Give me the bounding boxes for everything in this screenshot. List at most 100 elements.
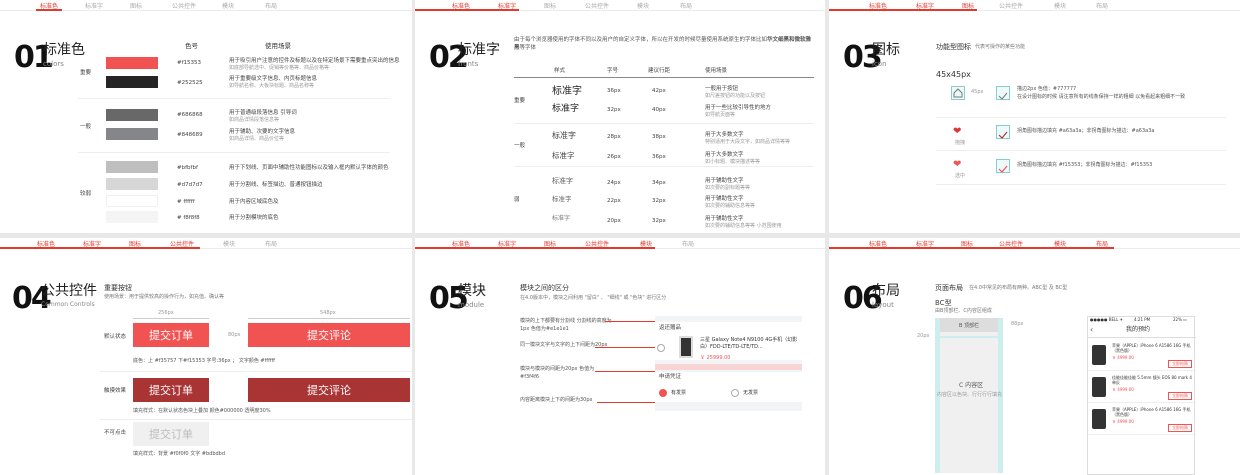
icon-fill-note-2: 拐角图标描边填充 #f15353；非拐角图标为描边：#f15353 [1017,162,1153,168]
pointer-line-1 [605,321,655,322]
swatch-dark [106,109,158,121]
group-important: 重要 [80,70,92,76]
radio-selected[interactable] [659,389,667,397]
font-use-4: 用于辅助性文字 [705,178,744,184]
font-sample-0: 标准字 [552,86,582,97]
use-5: 用于分割线、标签描边、普通按钮描边 [229,182,323,188]
use-3: 用于辅助、次要的文字信息 [229,129,296,135]
nav-icons[interactable]: 图标 [544,1,556,10]
nav-module[interactable]: 模块 [637,1,649,10]
font-sample-2: 标准字 [552,131,576,140]
nav-fonts[interactable]: 标准字 [85,1,103,10]
submit-review-button[interactable]: 提交评论 [248,323,410,347]
section-title: 模块 [458,283,486,299]
nav-bar: 标准色 标准字 图标 公共控件 模块 布局 [0,0,412,11]
module-note-3: 模块与模块的间距为20px 色值为#f3f4f6 [520,366,595,380]
option-invoice[interactable]: 有发票 [671,390,686,397]
controls-heading: 重要按钮 [104,284,132,292]
disabled-note: 填充样式：背景 #f0f0f0 文字 #bdbdbd [133,451,226,457]
font-lh-4: 34px [652,180,666,186]
submit-review-button-pressed[interactable]: 提交评论 [248,378,410,402]
code-1: #252525 [177,80,203,86]
font-lh-0: 42px [652,88,666,94]
option-no-invoice[interactable]: 无发票 [743,390,758,397]
font-use-6: 用于辅助性文字 [705,216,744,222]
bc-note: 由B顶部栏、C内容区组成 [935,308,992,314]
swatch-black [106,76,158,88]
radio-unselected-2[interactable] [731,389,739,397]
swatch-l3 [106,195,158,207]
phone-mockup: ●●●●● BELL ✈ 4:21 PM 22% ▭ ‹ 我的预约 苹果（APP… [1087,316,1196,475]
panel-controls: 标准色 标准字 图标 公共控件 模块 布局 04 公共控件 Common Con… [0,238,412,475]
module-note-4: 内容距离模块上下的间距为30px [520,397,593,403]
heart-label-1: 拖拽 [955,140,966,146]
font-lh-6: 32px [652,218,666,224]
heart-icon: ❤ [953,126,962,137]
phone-item[interactable]: 佳能佳能佳能 5.5mm 镜头 EOS 80 mark 4 单反 ￥ 4999.0… [1088,373,1196,403]
nav-bar: 标准色 标准字 图标 公共控件 模块 布局 [415,238,825,249]
gift-block: 返还赠品 三星 Galaxy Note4 N9100 4G手机（幻影白）FDD-… [655,322,802,361]
nav-module[interactable]: 模块 [1054,1,1066,10]
section-title: 标准字 [458,42,500,58]
item-price: ￥ 4999.00 [1112,419,1134,424]
buy-now-button[interactable]: 立即抢购 [1168,424,1192,432]
phone-item[interactable]: 苹果（APPLE）iPhone 6 A1586 16G 手机（黑色版） ￥ 499… [1088,341,1196,371]
group-normal: 一般 [80,124,92,130]
icon-size: 45x45px [936,70,971,79]
nav-layout[interactable]: 布局 [1096,1,1108,10]
buy-now-button[interactable]: 立即抢购 [1168,392,1192,400]
phone-page-title: 我的预约 [1126,326,1151,333]
nav-module[interactable]: 模块 [223,239,235,248]
back-icon[interactable]: ‹ [1090,325,1093,335]
col-use: 使用场景 [265,42,291,50]
phone-item[interactable]: 苹果（APPLE）iPhone 6 A1586 16G 手机（黑色版） ￥ 499… [1088,405,1196,435]
hint-1: 如导航名称、大板块标题、商品名称等 [229,83,315,89]
submit-order-button-pressed[interactable]: 提交订单 [133,378,209,402]
font-size-3: 26px [607,154,621,160]
font-sample-5: 标准字 [552,195,572,203]
nav-module[interactable]: 模块 [222,1,234,10]
wireframe-top-bar: B 顶部栏 [940,318,998,332]
group-normal: 一般 [514,143,526,149]
font-hint-6: 如次要的辅助信息等等 小范围使用 [705,223,782,229]
nav-layout[interactable]: 布局 [265,1,277,10]
section-title: 公共控件 [41,283,97,299]
bc-type: BC型 [935,299,952,307]
font-size-2: 28px [607,134,621,140]
use-4: 用于下划线、页面中辅助性功能图标以及输入框内默认字体的颜色 [229,165,389,171]
product-phone-image [679,336,693,358]
controls-heading-note: 使用场景：用于提供较高的操作行为，如充值、确认等 [104,294,225,300]
module-card: 返还赠品 三星 Galaxy Note4 N9100 4G手机（幻影白）FDD-… [655,316,802,411]
icon-heading-note: 代表可操作的某些功能 [975,44,1026,50]
nav-controls[interactable]: 公共控件 [999,1,1023,10]
col-code: 色号 [185,42,198,50]
submit-order-button[interactable]: 提交订单 [133,323,209,347]
invoice-block: 申请凭证 有发票 无发票 [655,372,802,402]
home-icon [951,86,965,100]
radio-unselected[interactable] [657,344,665,352]
font-hint-1: 如导航页面等 [705,112,736,118]
state-disabled: 不可点击 [104,430,127,436]
font-hint-0: 如尺差按钮的功能以及按钮 [705,93,766,99]
nav-underline [415,9,519,11]
item-name: 苹果（APPLE）iPhone 6 A1586 16G 手机（黑色版） [1112,343,1191,354]
section-subtitle: fronts [458,60,479,68]
nav-underline [829,9,977,11]
font-hint-5: 如次要的辅助信息等等 [705,203,756,209]
submit-order-button-disabled[interactable]: 提交订单 [133,422,209,446]
wireframe: B 顶部栏 C 内容区 内容区以色块、行行行行填充 [935,318,1003,473]
nav-layout[interactable]: 布局 [265,239,277,248]
module-note-1: 模块的上下都要有分割线 分割线的高度为1px 色值为#e1e1e1 [520,318,612,332]
nav-layout[interactable]: 布局 [682,239,694,248]
nav-controls[interactable]: 公共控件 [172,1,196,10]
nav-controls[interactable]: 公共控件 [585,1,609,10]
code-0: #f15353 [177,60,202,66]
font-lh-3: 36px [652,154,666,160]
nav-bar: 标准色 标准字 图标 公共控件 模块 布局 [829,0,1240,11]
section-subtitle: colors [43,60,64,68]
swatch-l2 [106,178,158,190]
hint-0: 如底部导航选中、促销等价格等、商品价格等 [229,65,330,71]
nav-layout[interactable]: 布局 [680,1,692,10]
nav-icons[interactable]: 图标 [130,1,142,10]
buy-now-button[interactable]: 立即抢购 [1168,360,1192,368]
